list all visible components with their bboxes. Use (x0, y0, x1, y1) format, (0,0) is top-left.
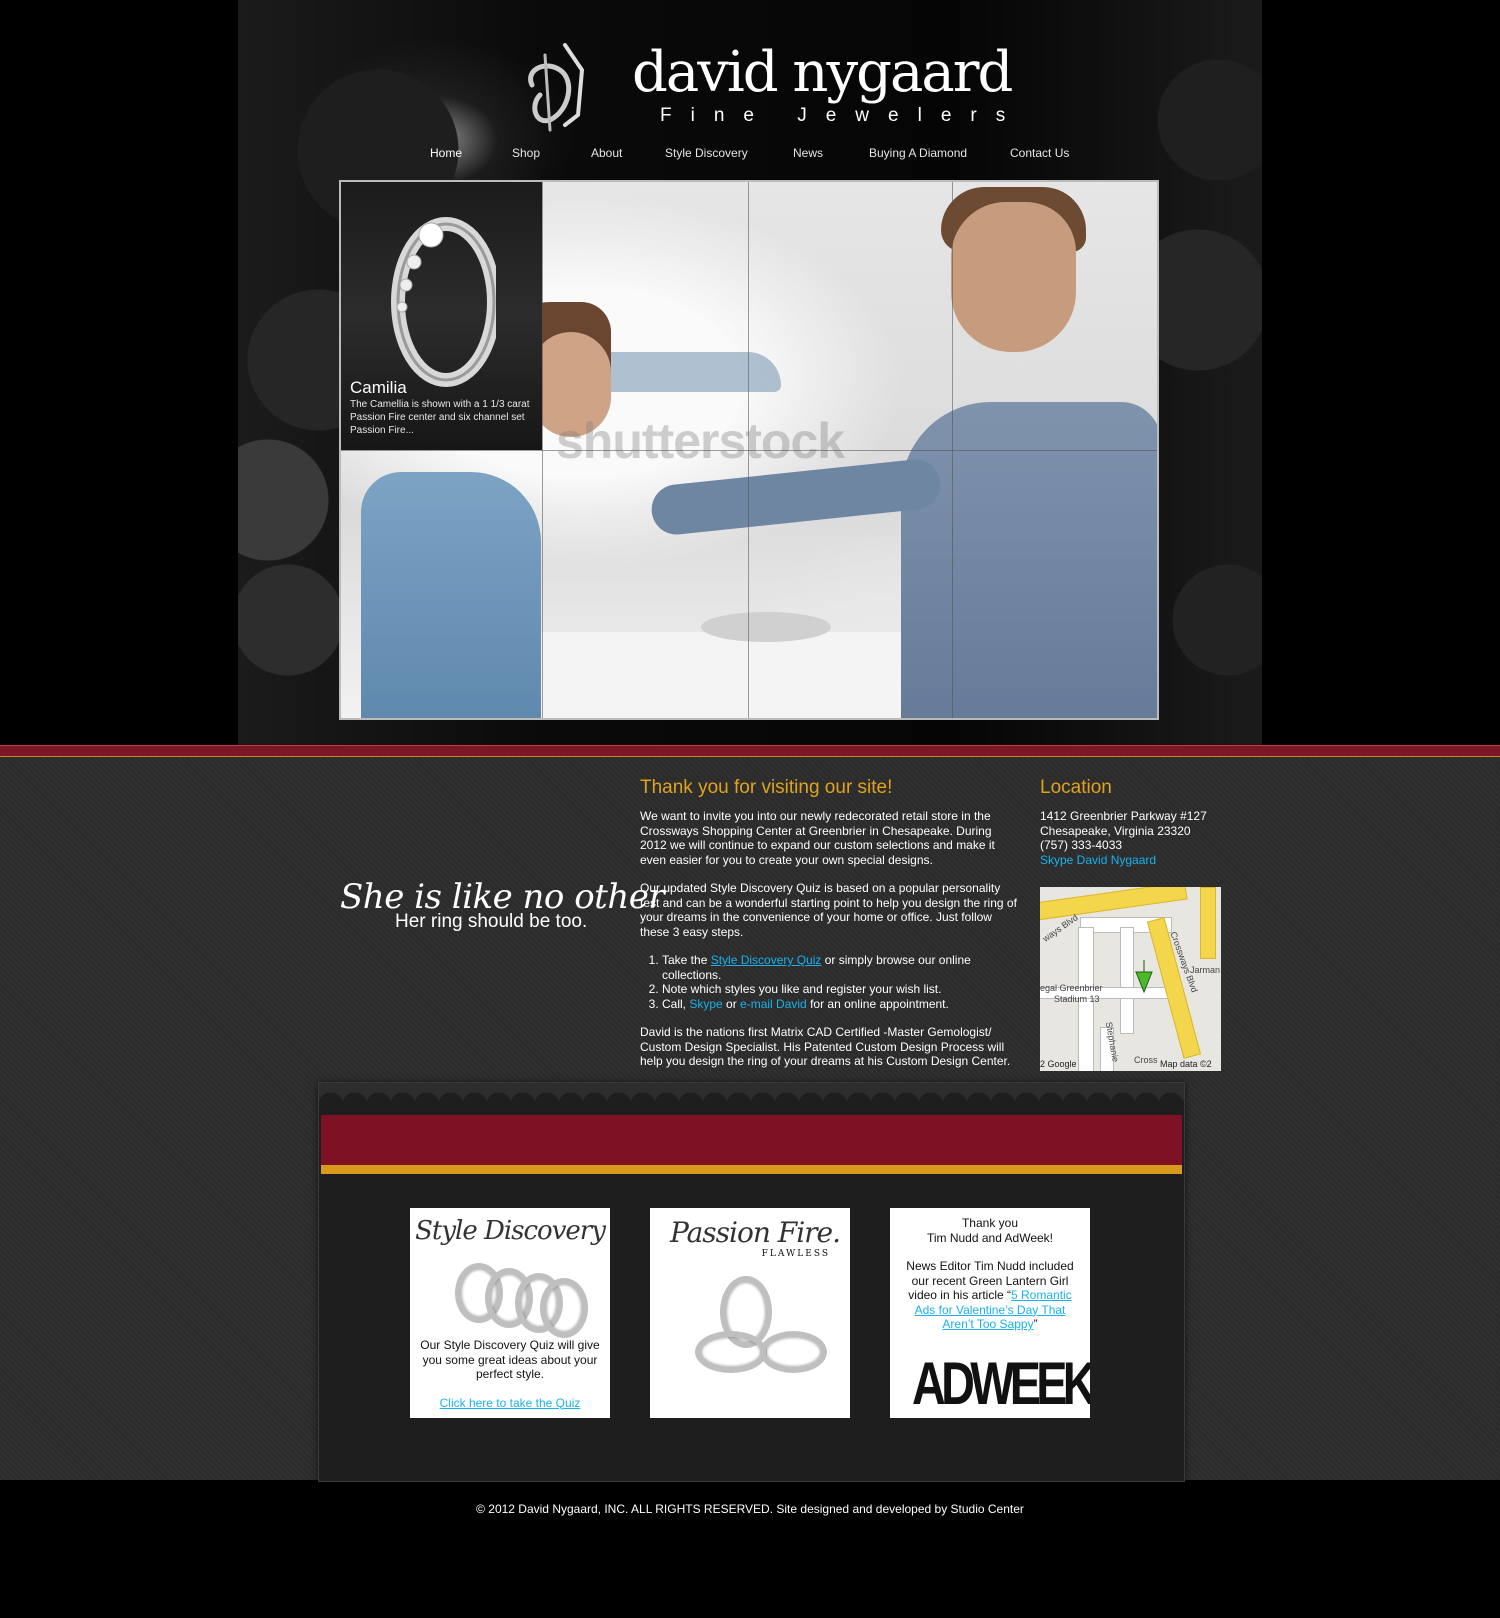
nav-news[interactable]: News (793, 146, 823, 160)
welcome-paragraph-1: We want to invite you into our newly red… (640, 809, 995, 867)
nav-buying-a-diamond[interactable]: Buying A Diamond (869, 146, 967, 160)
content-area: She is like no other Her ring should be … (0, 757, 1500, 1482)
welcome-paragraph-2: Our updated Style Discovery Quiz is base… (640, 881, 1017, 939)
map-data-attribution: Map data ©2 (1160, 1059, 1212, 1069)
welcome-section: Thank you for visiting our site! We want… (640, 777, 1020, 1083)
location-section: Location 1412 Greenbrier Parkway #127 Ch… (1040, 777, 1225, 867)
map-label-jarman: Jarman (1190, 965, 1221, 975)
location-heading: Location (1040, 777, 1112, 798)
footer-copyright: © 2012 David Nygaard, INC. ALL RIGHTS RE… (476, 1502, 1024, 1516)
skype-link[interactable]: Skype (689, 997, 722, 1011)
step-1: Take the Style Discovery Quiz or simply … (662, 953, 1020, 982)
rings-image-icon (435, 1248, 588, 1338)
style-discovery-title: Style Discovery (415, 1216, 606, 1246)
adweek-text: News Editor Tim Nudd included our recent… (906, 1259, 1074, 1331)
location-map[interactable]: ways Blvd Crossways Blvd Jarman egal Gre… (1040, 887, 1221, 1071)
steps-list: Take the Style Discovery Quiz or simply … (650, 953, 1020, 1011)
header: david nygaard Fine Jewelers Home Shop Ab… (0, 0, 1500, 745)
ring-image-icon (391, 217, 496, 387)
nav-shop[interactable]: Shop (512, 146, 540, 160)
adweek-card[interactable]: Thank you Tim Nudd and AdWeek! News Edit… (890, 1208, 1090, 1418)
watermark: shutterstock (556, 413, 845, 469)
passion-fire-title: Passion Fire. (670, 1216, 841, 1249)
skype-david-link[interactable]: Skype David Nygaard (1040, 853, 1156, 867)
promo-panel: Style Discovery Our Style Discovery Quiz… (318, 1082, 1185, 1482)
map-label-regal: egal Greenbrier (1040, 983, 1103, 993)
nav-contact-us[interactable]: Contact Us (1010, 146, 1069, 160)
step-2: Note which styles you like and register … (662, 982, 1020, 997)
map-marker-icon[interactable] (1132, 960, 1156, 994)
featured-ring-description: The Camellia is shown with a 1 1/3 carat… (350, 399, 530, 436)
hero-slideshow[interactable]: shutterstock Camilia The Camellia is sho… (339, 180, 1159, 720)
style-discovery-card[interactable]: Style Discovery Our Style Discovery Quiz… (410, 1208, 610, 1418)
brand-name[interactable]: david nygaard (632, 38, 1013, 108)
email-david-link[interactable]: e-mail David (740, 997, 807, 1011)
divider-stripe (0, 745, 1500, 757)
brand-subtitle: Fine Jewelers (660, 105, 1025, 126)
style-discovery-text: Our Style Discovery Quiz will give you s… (420, 1338, 600, 1381)
adweek-thanks-line-1: Thank you (961, 1216, 1019, 1230)
main-nav: Home Shop About Style Discovery News Buy… (0, 146, 1500, 166)
adweek-thanks-line-2: Tim Nudd and AdWeek! (926, 1230, 1054, 1245)
map-label-cross: Cross (1134, 1055, 1158, 1065)
map-google-attribution: 2 Google (1040, 1059, 1077, 1069)
adweek-logo: ADWEEK (912, 1349, 1090, 1417)
welcome-paragraph-3: David is the nations first Matrix CAD Ce… (640, 1025, 1011, 1068)
nav-style-discovery[interactable]: Style Discovery (665, 146, 748, 160)
welcome-heading: Thank you for visiting our site! (640, 777, 893, 798)
phone-number: (757) 333-4033 (1040, 838, 1123, 852)
passion-fire-sub: FLAWLESS (761, 1249, 830, 1259)
nav-about[interactable]: About (591, 146, 622, 160)
style-discovery-quiz-link[interactable]: Style Discovery Quiz (711, 953, 822, 967)
passion-fire-card[interactable]: Passion Fire. FLAWLESS (650, 1208, 850, 1418)
address-line-2: Chesapeake, Virginia 23320 (1040, 823, 1191, 838)
featured-ring-title: Camilia (350, 378, 407, 397)
nav-home[interactable]: Home (430, 146, 462, 160)
step-3: Call, Skype or e-mail David for an onlin… (662, 997, 1020, 1012)
address-line-1: 1412 Greenbrier Parkway #127 (1040, 809, 1207, 823)
featured-ring-thumbnail[interactable]: Camilia The Camellia is shown with a 1 1… (341, 182, 542, 450)
passion-fire-rings-icon (670, 1261, 830, 1391)
tagline-sub: Her ring should be too. (395, 911, 588, 932)
take-quiz-link[interactable]: Click here to take the Quiz (440, 1396, 581, 1410)
map-label-stadium: Stadium 13 (1054, 994, 1100, 1004)
logo-monogram-icon[interactable] (520, 40, 600, 135)
